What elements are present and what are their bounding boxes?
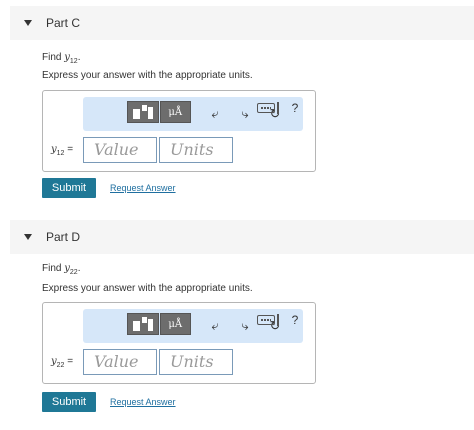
undo-icon[interactable]: ⤶	[207, 106, 223, 122]
request-answer-link[interactable]: Request Answer	[110, 397, 176, 407]
redo-icon[interactable]: ⤷	[237, 318, 253, 334]
part-c-header[interactable]: Part C	[10, 6, 474, 40]
toolbar-button-group: μÅ	[127, 101, 191, 125]
find-suffix: .	[77, 52, 81, 63]
part-d-answer-box: μÅ ⤶ ⤷ ↻ ? y22 = Value Units	[42, 302, 316, 384]
keyboard-separator	[277, 314, 279, 326]
help-icon[interactable]: ?	[287, 100, 303, 116]
units-input[interactable]: Units	[159, 349, 233, 375]
units-button[interactable]: μÅ	[159, 313, 191, 335]
find-suffix: .	[77, 263, 81, 274]
templates-icon	[132, 105, 153, 119]
caret-down-icon[interactable]	[24, 20, 32, 26]
keyboard-icon[interactable]	[257, 103, 275, 113]
submit-button[interactable]: Submit	[42, 178, 96, 198]
answer-variable-label: y22 =	[51, 356, 73, 369]
find-subscript: 22	[69, 269, 78, 276]
find-subscript: 12	[69, 58, 78, 65]
value-input[interactable]: Value	[83, 137, 157, 163]
units-tool-label: μÅ	[168, 318, 183, 330]
keyboard-icon[interactable]	[257, 315, 275, 325]
find-prefix: Find	[42, 52, 65, 63]
find-prefix: Find	[42, 263, 65, 274]
part-c-instruction: Express your answer with the appropriate…	[42, 70, 253, 81]
answer-equals: =	[64, 356, 74, 367]
templates-icon	[132, 317, 153, 331]
part-d-find-text: Find y22.	[42, 263, 80, 276]
request-answer-link[interactable]: Request Answer	[110, 183, 176, 193]
value-input[interactable]: Value	[83, 349, 157, 375]
keyboard-separator	[277, 102, 279, 114]
answer-equals: =	[64, 144, 74, 155]
undo-icon[interactable]: ⤶	[207, 318, 223, 334]
part-c-find-text: Find y12.	[42, 52, 80, 65]
part-c-answer-box: μÅ ⤶ ⤷ ↻ ? y12 = Value Units	[42, 90, 316, 172]
units-input[interactable]: Units	[159, 137, 233, 163]
help-icon[interactable]: ?	[287, 312, 303, 328]
units-button[interactable]: μÅ	[159, 101, 191, 123]
toolbar-button-group: μÅ	[127, 313, 191, 337]
redo-icon[interactable]: ⤷	[237, 106, 253, 122]
templates-button[interactable]	[127, 313, 159, 335]
templates-button[interactable]	[127, 101, 159, 123]
submit-button[interactable]: Submit	[42, 392, 96, 412]
part-d-title: Part D	[46, 230, 81, 244]
caret-down-icon[interactable]	[24, 234, 32, 240]
part-d-header[interactable]: Part D	[10, 220, 474, 254]
part-c-title: Part C	[46, 16, 81, 30]
answer-variable-label: y12 =	[51, 144, 73, 157]
units-tool-label: μÅ	[168, 106, 183, 118]
part-d-instruction: Express your answer with the appropriate…	[42, 283, 253, 294]
